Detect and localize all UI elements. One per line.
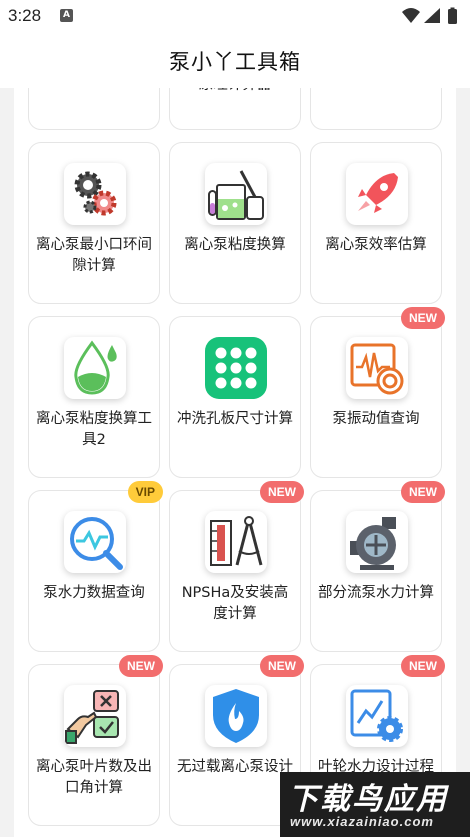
new-badge: NEW [401, 481, 445, 503]
wifi-icon [402, 8, 420, 23]
tool-card[interactable] [310, 88, 442, 130]
tool-card-min-ring-clearance[interactable]: 离心泵最小口环间隙计算 [28, 142, 160, 304]
tool-card-label: 部分流泵水力计算 [318, 585, 434, 601]
orifice-plate-icon [205, 337, 267, 399]
tool-card[interactable] [28, 88, 160, 130]
tool-card-vibration-lookup[interactable]: NEW 泵振动值查询 [310, 307, 445, 478]
new-badge: NEW [401, 307, 445, 329]
tool-card-blade-count[interactable]: NEW 离心泵叶片数及出口角计算 [28, 655, 163, 826]
tool-card-label: 离心泵最小口环间隙计算 [36, 237, 152, 274]
rocket-icon [346, 163, 408, 225]
tool-card-label: 泵振动值查询 [332, 411, 420, 427]
thermometer-compass-icon [205, 511, 267, 573]
tool-card-hydraulic-data[interactable]: VIP 泵水力数据查询 [28, 481, 163, 652]
tool-card-npsha[interactable]: NEW NPSHa及安装高度计算 [169, 481, 304, 652]
tool-card-label: 离心泵粘度换算工具2 [36, 411, 152, 448]
new-badge: NEW [260, 655, 304, 677]
tool-card-label: 离心泵粘度换算 [184, 237, 286, 253]
battery-icon [448, 9, 457, 24]
a-notification-icon: A [60, 9, 73, 22]
chart-gear-icon [346, 685, 408, 747]
tool-card-efficiency-estimate[interactable]: 离心泵效率估算 [310, 142, 442, 304]
tool-card-label: 原理计算器 [176, 88, 294, 96]
pump-icon [346, 511, 408, 573]
tool-card-label: NPSHa及安装高度计算 [181, 585, 289, 622]
tool-card-label: 离心泵效率估算 [325, 237, 427, 253]
system-icons [400, 6, 462, 30]
chart-search-icon [64, 511, 126, 573]
tool-card-partial-flow-pump[interactable]: NEW 部分流泵水力计算 [310, 481, 445, 652]
vip-badge: VIP [127, 481, 163, 503]
tool-card-viscosity-tool-2[interactable]: 离心泵粘度换算工具2 [28, 316, 160, 478]
tool-card-label: 冲洗孔板尺寸计算 [177, 411, 293, 427]
page-title: 泵小丫工具箱 [169, 50, 301, 74]
new-badge: NEW [260, 481, 304, 503]
watermark-title: 下载鸟应用 [288, 782, 448, 817]
tool-panel: 原理计算器 离心泵最小口环间隙计算 [14, 88, 456, 837]
shield-flame-icon [205, 685, 267, 747]
gears-icon [64, 163, 126, 225]
hand-check-icon [64, 685, 126, 747]
lab-beaker-icon [205, 163, 267, 225]
watermark-logo: 下载鸟应用 www.xiazainiao.com [280, 772, 470, 837]
status-time: 3:28 [8, 6, 42, 25]
new-badge: NEW [119, 655, 163, 677]
tool-card-orifice-plate[interactable]: 冲洗孔板尺寸计算 [169, 316, 301, 478]
signal-icon [424, 8, 440, 23]
tool-card[interactable]: 原理计算器 [169, 88, 301, 130]
droplet-icon [64, 337, 126, 399]
watermark-url: www.xiazainiao.com [290, 814, 434, 829]
app-bar: 泵小丫工具箱 [0, 32, 470, 88]
tool-card-label: 泵水力数据查询 [43, 585, 145, 601]
vibration-icon [346, 337, 408, 399]
new-badge: NEW [401, 655, 445, 677]
tool-card-viscosity-conversion[interactable]: 离心泵粘度换算 [169, 142, 301, 304]
tool-card-label: 无过载离心泵设计 [177, 759, 293, 775]
tool-card-label: 离心泵叶片数及出口角计算 [36, 759, 152, 796]
status-bar: 3:28 A [0, 0, 470, 32]
